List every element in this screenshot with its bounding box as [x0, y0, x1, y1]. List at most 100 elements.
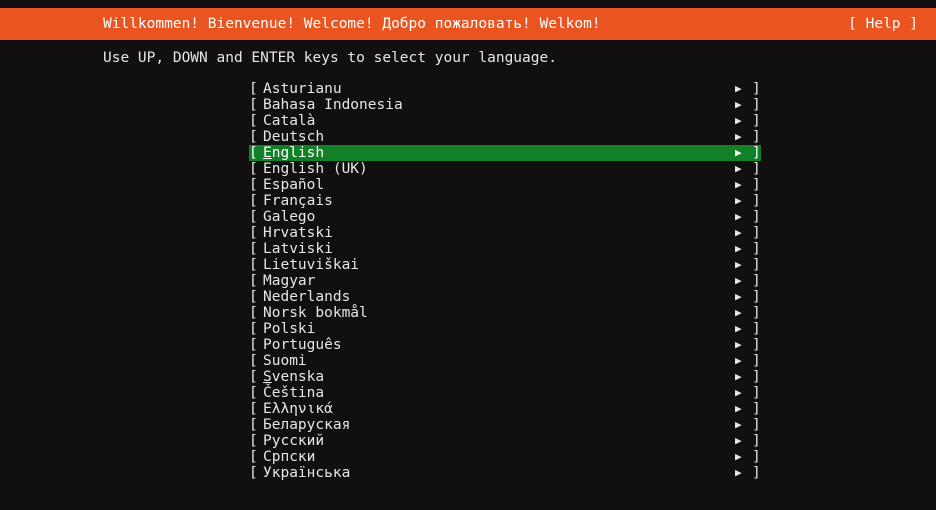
bracket-open: [: [249, 209, 258, 225]
welcome-title: Willkommen! Bienvenue! Welcome! Добро по…: [103, 16, 601, 32]
bracket-open: [: [249, 145, 258, 161]
language-list-item[interactable]: [Latviski ▶]: [249, 241, 761, 257]
bracket-open: [: [249, 241, 258, 257]
language-list-item[interactable]: [Français ▶]: [249, 193, 761, 209]
language-list-item[interactable]: [Lietuviškai ▶]: [249, 257, 761, 273]
language-label: Magyar: [263, 273, 316, 289]
bracket-close: ]: [752, 337, 761, 353]
language-list-item[interactable]: [Svenska ▶]: [249, 369, 761, 385]
language-list-item[interactable]: [English (UK) ▶]: [249, 161, 761, 177]
submenu-arrow-icon: ▶: [735, 450, 742, 463]
bracket-close: ]: [752, 385, 761, 401]
bracket-open: [: [249, 353, 258, 369]
language-list-item[interactable]: [Српски ▶]: [249, 449, 761, 465]
bracket-close: ]: [752, 81, 761, 97]
language-list-item[interactable]: [Español ▶]: [249, 177, 761, 193]
bracket-close: ]: [752, 353, 761, 369]
language-list-item[interactable]: [Português ▶]: [249, 337, 761, 353]
language-label: Українська: [263, 465, 351, 481]
bracket-close: ]: [752, 401, 761, 417]
bracket-open: [: [249, 465, 258, 481]
submenu-arrow-icon: ▶: [735, 386, 742, 399]
submenu-arrow-icon: ▶: [735, 178, 742, 191]
language-list-item[interactable]: [ Magyar ▶]: [249, 273, 761, 289]
bracket-close: ]: [752, 113, 761, 129]
instruction-text: Use UP, DOWN and ENTER keys to select yo…: [103, 50, 557, 66]
bracket-open: [: [249, 161, 258, 177]
submenu-arrow-icon: ▶: [735, 466, 742, 479]
submenu-arrow-icon: ▶: [735, 210, 742, 223]
submenu-arrow-icon: ▶: [735, 194, 742, 207]
language-list-item[interactable]: [ Galego ▶]: [249, 209, 761, 225]
submenu-arrow-icon: ▶: [735, 290, 742, 303]
language-list-item[interactable]: [Українська ▶]: [249, 465, 761, 481]
bracket-close: ]: [752, 433, 761, 449]
submenu-arrow-icon: ▶: [735, 146, 742, 159]
accelerator-char: E: [263, 145, 272, 161]
bracket-open: [: [249, 321, 258, 337]
submenu-arrow-icon: ▶: [735, 418, 742, 431]
accelerator-char: S: [263, 369, 272, 385]
bracket-open: [: [249, 193, 258, 209]
language-list-item[interactable]: [ Русский ▶]: [249, 433, 761, 449]
language-label: Deutsch: [263, 129, 325, 145]
submenu-arrow-icon: ▶: [735, 258, 742, 271]
submenu-arrow-icon: ▶: [735, 82, 742, 95]
bracket-close: ]: [752, 225, 761, 241]
language-list-item[interactable]: [Català ▶]: [249, 113, 761, 129]
bracket-close: ]: [752, 241, 761, 257]
language-label: English: [263, 145, 325, 161]
language-label: Hrvatski: [263, 225, 333, 241]
bracket-open: [: [249, 129, 258, 145]
bracket-open: [: [249, 289, 258, 305]
bracket-close: ]: [752, 97, 761, 113]
submenu-arrow-icon: ▶: [735, 306, 742, 319]
language-label: English (UK): [263, 161, 368, 177]
language-label: Bahasa Indonesia: [263, 97, 403, 113]
bracket-open: [: [249, 273, 258, 289]
bracket-close: ]: [752, 209, 761, 225]
language-list-item[interactable]: [Polski ▶]: [249, 321, 761, 337]
submenu-arrow-icon: ▶: [735, 434, 742, 447]
submenu-arrow-icon: ▶: [735, 338, 742, 351]
language-list-item[interactable]: [Suomi ▶]: [249, 353, 761, 369]
language-list-item[interactable]: [Deutsch ▶]: [249, 129, 761, 145]
language-label: Suomi: [263, 353, 307, 369]
language-list-item[interactable]: [Nederlands ▶]: [249, 289, 761, 305]
language-list-item[interactable]: [Hrvatski ▶]: [249, 225, 761, 241]
bracket-close: ]: [752, 289, 761, 305]
bracket-close: ]: [752, 129, 761, 145]
language-list-item[interactable]: [Asturianu ▶]: [249, 81, 761, 97]
bracket-open: [: [249, 305, 258, 321]
bracket-open: [: [249, 433, 258, 449]
submenu-arrow-icon: ▶: [735, 274, 742, 287]
installer-screen: Willkommen! Bienvenue! Welcome! Добро по…: [0, 0, 936, 510]
language-label: Polski: [263, 321, 316, 337]
bracket-open: [: [249, 113, 258, 129]
language-list-item[interactable]: [Беларуская ▶]: [249, 417, 761, 433]
language-label: Čeština: [263, 385, 325, 401]
help-button[interactable]: [ Help ]: [848, 8, 918, 40]
language-label: Galego: [263, 209, 316, 225]
submenu-arrow-icon: ▶: [735, 322, 742, 335]
bracket-open: [: [249, 225, 258, 241]
bracket-close: ]: [752, 145, 761, 161]
submenu-arrow-icon: ▶: [735, 162, 742, 175]
language-label: Русский: [263, 433, 325, 449]
bracket-open: [: [249, 417, 258, 433]
language-list-item[interactable]: [ English ▶]: [249, 145, 761, 161]
bracket-close: ]: [752, 449, 761, 465]
language-label: Беларуская: [263, 417, 351, 433]
bracket-close: ]: [752, 273, 761, 289]
language-list-item[interactable]: [Ελληνικά ▶]: [249, 401, 761, 417]
language-list-item[interactable]: [Bahasa Indonesia ▶]: [249, 97, 761, 113]
bracket-close: ]: [752, 369, 761, 385]
language-list-item[interactable]: [Čeština ▶]: [249, 385, 761, 401]
bracket-open: [: [249, 257, 258, 273]
language-label: Asturianu: [263, 81, 342, 97]
bracket-open: [: [249, 337, 258, 353]
language-label: Norsk bokmål: [263, 305, 368, 321]
language-list-item[interactable]: [Norsk bokmål ▶]: [249, 305, 761, 321]
language-list[interactable]: [Asturianu ▶] [Bahasa Indonesia ▶] [Català ▶]…: [249, 81, 761, 481]
bracket-open: [: [249, 401, 258, 417]
